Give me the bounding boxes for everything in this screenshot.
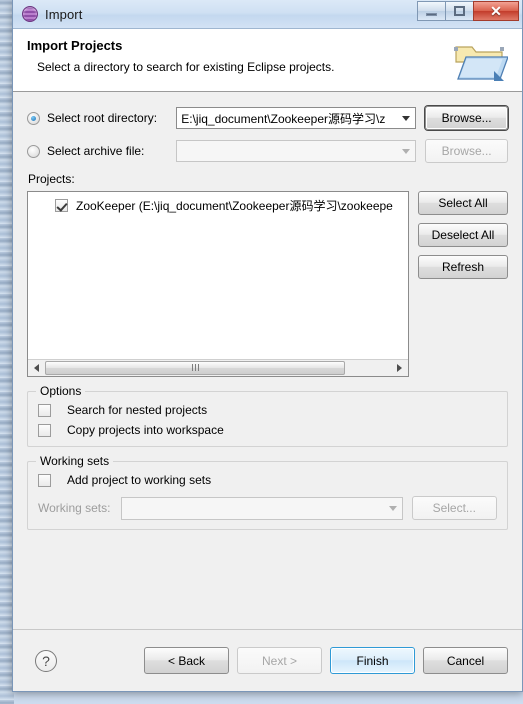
wizard-banner: Import Projects Select a directory to se…: [13, 29, 522, 92]
projects-buttons: Select All Deselect All Refresh: [418, 191, 508, 279]
maximize-button[interactable]: [445, 1, 474, 21]
radio-select-archive-file[interactable]: [27, 144, 40, 158]
add-working-set-label: Add project to working sets: [67, 473, 212, 487]
radio-select-root-directory[interactable]: [27, 111, 40, 125]
projects-area: ZooKeeper (E:\jiq_document\Zookeeper源码学习…: [27, 191, 508, 377]
browse-directory-button[interactable]: Browse...: [425, 106, 508, 130]
options-group: Options Search for nested projects Copy …: [27, 384, 508, 447]
select-all-button[interactable]: Select All: [418, 191, 508, 215]
archive-file-label: Select archive file:: [47, 144, 145, 158]
chevron-down-icon: [388, 506, 397, 511]
browse-archive-button: Browse...: [425, 139, 508, 163]
close-icon: ✕: [490, 3, 502, 19]
dialog-footer: ? < Back Next > Finish Cancel: [13, 629, 522, 691]
options-legend: Options: [36, 384, 86, 398]
eclipse-icon: [22, 6, 38, 22]
import-dialog: Import ✕ Import Projects Select a direct…: [12, 0, 523, 692]
project-label: ZooKeeper (E:\jiq_document\Zookeeper源码学习…: [76, 199, 393, 213]
option-copy-projects-row[interactable]: Copy projects into workspace: [38, 423, 497, 437]
window-title: Import: [45, 6, 83, 22]
refresh-button[interactable]: Refresh: [418, 255, 508, 279]
working-sets-legend: Working sets: [36, 454, 114, 468]
close-button[interactable]: ✕: [473, 1, 519, 21]
select-working-sets-button: Select...: [411, 496, 497, 520]
copy-projects-label: Copy projects into workspace: [67, 423, 224, 437]
root-directory-value: E:\jiq_document\Zookeeper源码学习\z: [181, 111, 386, 126]
title-bar: Import ✕: [13, 0, 522, 29]
archive-file-combo: [176, 140, 417, 162]
chevron-down-icon: [402, 116, 411, 121]
option-search-nested-row[interactable]: Search for nested projects: [38, 403, 497, 417]
horizontal-scrollbar[interactable]: [28, 359, 408, 376]
minimize-button[interactable]: [417, 1, 446, 21]
list-item[interactable]: ZooKeeper (E:\jiq_document\Zookeeper源码学习…: [28, 192, 408, 214]
working-sets-combo: [120, 496, 403, 520]
search-nested-checkbox[interactable]: [38, 403, 51, 417]
working-sets-combo-row: Working sets: Select...: [38, 496, 497, 520]
scroll-left-icon[interactable]: [28, 360, 45, 377]
root-directory-row: Select root directory: E:\jiq_document\Z…: [27, 106, 508, 130]
projects-label: Projects:: [28, 172, 75, 186]
back-button[interactable]: < Back: [144, 647, 229, 674]
window-controls: ✕: [417, 1, 519, 21]
finish-button[interactable]: Finish: [330, 647, 415, 674]
search-nested-label: Search for nested projects: [67, 403, 208, 417]
cancel-button[interactable]: Cancel: [423, 647, 508, 674]
page-subtitle: Select a directory to search for existin…: [37, 60, 335, 74]
root-directory-label: Select root directory:: [47, 111, 158, 125]
scroll-right-icon[interactable]: [391, 360, 408, 377]
projects-list[interactable]: ZooKeeper (E:\jiq_document\Zookeeper源码学习…: [27, 191, 409, 377]
dialog-body: Select root directory: E:\jiq_document\Z…: [13, 92, 522, 629]
grip-icon: [191, 364, 199, 371]
root-directory-combo[interactable]: E:\jiq_document\Zookeeper源码学习\z: [176, 107, 417, 129]
working-sets-combo-label: Working sets:: [38, 501, 111, 515]
project-checkbox[interactable]: [55, 199, 68, 212]
help-icon[interactable]: ?: [35, 649, 57, 672]
add-to-working-sets-row[interactable]: Add project to working sets: [38, 473, 497, 487]
add-working-set-checkbox[interactable]: [38, 473, 51, 487]
open-folder-icon: [454, 46, 508, 81]
archive-file-row: Select archive file: Browse...: [27, 139, 508, 163]
copy-projects-checkbox[interactable]: [38, 423, 51, 437]
chevron-down-icon: [402, 149, 411, 154]
page-title: Import Projects: [27, 38, 123, 53]
scroll-track[interactable]: [45, 360, 391, 377]
scroll-thumb[interactable]: [45, 360, 345, 375]
navigation-buttons: < Back Next > Finish Cancel: [144, 647, 508, 674]
deselect-all-button[interactable]: Deselect All: [418, 223, 508, 247]
working-sets-group: Working sets Add project to working sets…: [27, 454, 508, 530]
next-button: Next >: [237, 647, 322, 674]
